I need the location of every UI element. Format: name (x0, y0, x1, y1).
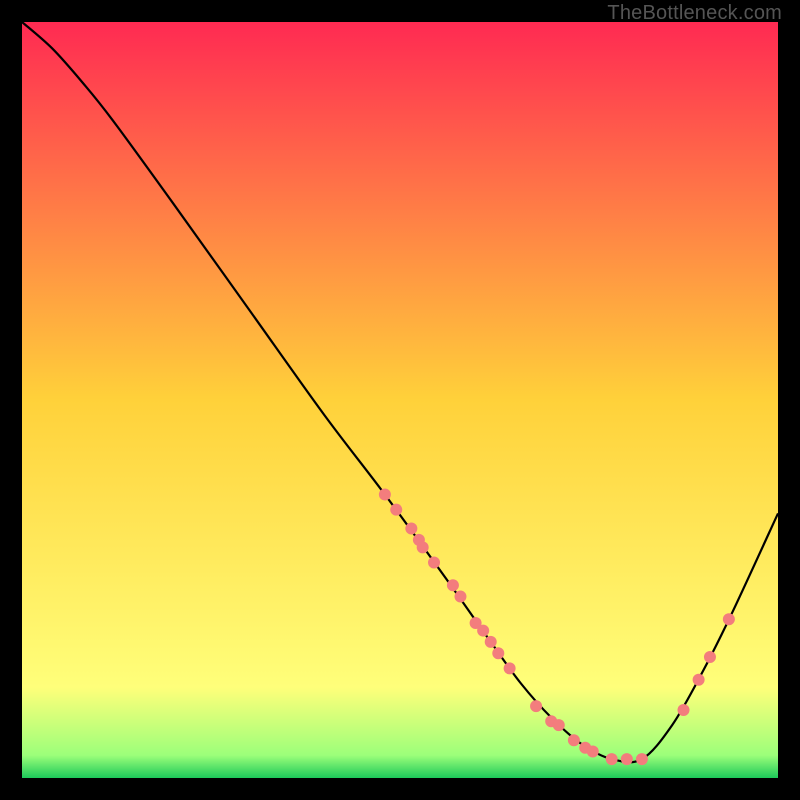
data-point (485, 636, 497, 648)
data-point (606, 753, 618, 765)
chart-background (22, 22, 778, 778)
data-point (504, 662, 516, 674)
data-point (417, 541, 429, 553)
data-point (678, 704, 690, 716)
data-point (553, 719, 565, 731)
bottleneck-chart (22, 22, 778, 778)
chart-canvas (22, 22, 778, 778)
data-point (492, 647, 504, 659)
data-point (477, 625, 489, 637)
data-point (723, 613, 735, 625)
watermark-text: TheBottleneck.com (607, 2, 782, 25)
data-point (704, 651, 716, 663)
data-point (621, 753, 633, 765)
data-point (454, 591, 466, 603)
data-point (530, 700, 542, 712)
data-point (587, 746, 599, 758)
data-point (693, 674, 705, 686)
data-point (379, 489, 391, 501)
data-point (447, 579, 459, 591)
data-point (405, 523, 417, 535)
data-point (428, 557, 440, 569)
data-point (568, 734, 580, 746)
data-point (636, 753, 648, 765)
data-point (390, 504, 402, 516)
